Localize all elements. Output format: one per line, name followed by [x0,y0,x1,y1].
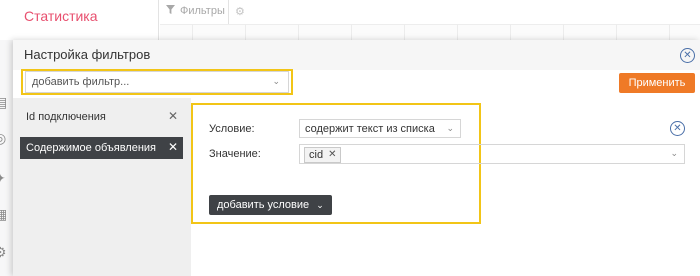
grid-column [616,24,617,40]
gear-icon[interactable]: ⚙ [235,5,245,18]
condition-label: Условие: [209,123,255,135]
close-circle-icon[interactable]: ✕ [680,48,695,63]
filters-tab[interactable]: Фильтры [166,5,225,17]
close-icon[interactable]: ✕ [168,140,178,154]
chevron-down-icon: ⌄ [316,200,324,210]
panel-header: Настройка фильтров ✕ [13,40,700,70]
add-filter-select[interactable]: добавить фильтр... ⌄ [25,71,289,93]
filter-editor: Условие: содержит текст из списка ⌄ ✕ Зн… [191,98,700,276]
grid-column [563,24,564,40]
chevron-down-icon: ⌄ [272,76,280,86]
filter-item-label: Содержимое объявления [26,142,157,154]
close-icon[interactable]: ✕ [328,148,336,162]
chevron-down-icon: ⌄ [446,123,454,133]
divider [158,0,159,40]
condition-select[interactable]: содержит текст из списка ⌄ [299,119,461,138]
grid-column [298,24,299,40]
value-label: Значение: [209,148,261,160]
value-tag-text: cid [309,149,324,161]
grid-column [510,24,511,40]
grid-column [669,24,670,40]
filters-label: Фильтры [180,5,225,17]
grid-header [160,24,700,41]
sidebar-icon[interactable]: ▦ [0,206,10,222]
filter-item-connection-id[interactable]: Id подключения ✕ [20,106,183,128]
section-title[interactable]: Статистика [24,8,98,24]
panel-title: Настройка фильтров [24,47,151,62]
add-condition-button[interactable]: добавить условие ⌄ [209,195,332,215]
sidebar-icon[interactable]: ▤ [0,94,10,110]
grid-column [192,24,193,40]
close-icon[interactable]: ✕ [168,109,178,123]
grid-column [351,24,352,40]
filter-icon [166,5,175,17]
grid-column [245,24,246,40]
sidebar-icon[interactable]: ✦ [0,170,10,186]
filter-item-label: Id подключения [26,111,106,123]
background-toolbar: Статистика Фильтры ⚙ [0,0,700,41]
value-input[interactable]: cid ✕ ⌄ [299,144,685,164]
add-filter-value: добавить фильтр... [32,76,130,88]
grid-column [404,24,405,40]
filter-list: Id подключения ✕ Содержимое объявления ✕ [13,98,191,276]
sidebar-icon[interactable]: ⚙ [0,244,10,260]
value-tag: cid ✕ [304,147,342,163]
filter-item-ad-content[interactable]: Содержимое объявления ✕ [20,137,183,159]
close-circle-icon[interactable]: ✕ [670,121,685,136]
condition-value: содержит текст из списка [305,123,435,135]
apply-button[interactable]: Применить [619,73,695,93]
sidebar-icon[interactable]: ◎ [0,130,10,146]
filter-settings-panel: Настройка фильтров ✕ добавить фильтр... … [13,40,700,276]
add-condition-label: добавить условие [217,199,310,211]
grid-column [457,24,458,40]
chevron-down-icon: ⌄ [670,148,678,158]
